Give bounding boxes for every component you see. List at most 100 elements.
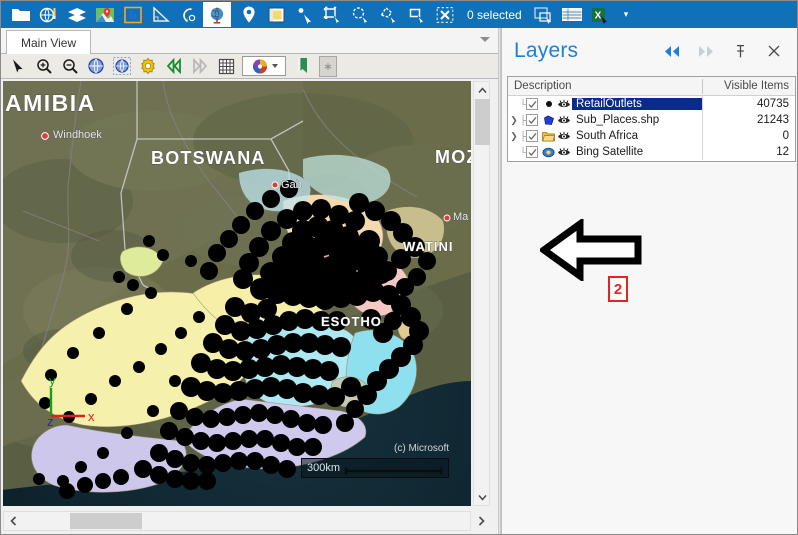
layer-visibility-checkbox[interactable] (526, 130, 538, 142)
open-folder-icon[interactable] (7, 2, 35, 27)
axis-orientation-gizmo: y x z (41, 373, 99, 431)
globe-3d-icon[interactable] (203, 2, 231, 27)
close-panel-button[interactable] (765, 42, 783, 60)
attribute-table-icon[interactable] (558, 2, 586, 27)
svg-text:BOTSWANA: BOTSWANA (151, 148, 266, 168)
raster-layer-icon (541, 147, 556, 158)
eye-icon[interactable] (556, 99, 572, 110)
pin-panel-button[interactable] (731, 42, 749, 60)
folder-group-icon (541, 131, 556, 142)
svg-text:ESOTHO: ESOTHO (321, 314, 382, 329)
svg-text:MOZ: MOZ (435, 147, 471, 167)
map-scale-label: 300km (307, 462, 341, 474)
globe-link-icon[interactable] (175, 2, 203, 27)
favorites-star-glyph: ∗ (323, 60, 333, 73)
map-canvas[interactable]: AMIBIA BOTSWANA MOZ WATINI ESOTHO Windho… (3, 81, 471, 506)
zoom-full-extent-tool[interactable] (83, 55, 109, 77)
scroll-right-button[interactable] (473, 512, 489, 530)
pan-arrow-tool[interactable] (5, 55, 31, 77)
layers-tree-header: Description Visible Items (508, 77, 795, 96)
bookmark-tool[interactable] (289, 55, 315, 77)
scroll-down-button[interactable] (474, 489, 491, 505)
favorites-star-button[interactable]: ∗ (319, 55, 337, 77)
measure-triangle-icon[interactable] (147, 2, 175, 27)
layer-name[interactable]: Sub_Places.shp (572, 114, 702, 126)
layer-name[interactable]: Bing Satellite (572, 146, 702, 158)
bookmark-b-icon[interactable]: b (119, 2, 147, 27)
expand-right-button[interactable] (697, 42, 715, 60)
table-row[interactable]: ❯ ├ (508, 128, 795, 144)
svg-text:WATINI: WATINI (403, 239, 454, 254)
layer-visibility-checkbox[interactable] (526, 98, 538, 110)
selection-status-label: 0 selected (467, 7, 522, 22)
scroll-horizontal-thumb[interactable] (70, 513, 142, 529)
row-expander-icon[interactable]: ❯ (508, 115, 520, 126)
layers-panel-header-buttons (663, 42, 787, 60)
svg-text:z: z (47, 414, 54, 426)
export-selection-icon[interactable] (530, 2, 558, 27)
map-view: AMIBIA BOTSWANA MOZ WATINI ESOTHO Windho… (1, 79, 498, 534)
symbology-palette-dropdown[interactable] (242, 56, 286, 76)
annotation-step-number: 2 (613, 280, 623, 298)
map-horizontal-scrollbar[interactable] (3, 511, 471, 531)
svg-text:Gab: Gab (281, 179, 302, 191)
point-layer-icon (541, 99, 556, 109)
scroll-vertical-thumb[interactable] (475, 99, 490, 145)
table-row[interactable]: └ Bing Satellite 12 (508, 144, 795, 160)
globe-paint-icon[interactable] (35, 2, 63, 27)
zoom-in-tool[interactable] (31, 55, 57, 77)
select-rectangle-icon[interactable] (319, 2, 347, 27)
scale-bar-rule (344, 463, 443, 475)
table-row[interactable]: └ RetailOutlets 40735 (508, 96, 795, 112)
location-marker-icon[interactable] (235, 2, 263, 27)
layers-panel-title: Layers (514, 39, 579, 62)
eye-icon[interactable] (556, 131, 572, 142)
map-pin-image-icon[interactable] (91, 2, 119, 27)
excel-export-icon[interactable]: X (586, 2, 614, 27)
layers-tree[interactable]: Description Visible Items └ RetailOutlet… (507, 76, 796, 162)
clear-selection-icon[interactable] (431, 2, 459, 27)
column-header-visible-items[interactable]: Visible Items (703, 80, 795, 92)
layers-panel-header: Layers (502, 28, 797, 74)
zoom-out-tool[interactable] (57, 55, 83, 77)
tabstrip-dropdown-icon[interactable] (480, 37, 490, 42)
select-box-icon[interactable] (403, 2, 431, 27)
layer-visibility-checkbox[interactable] (526, 146, 538, 158)
layers-panel: Layers Description Visible Items └ Retai… (501, 28, 797, 534)
chevron-down-icon[interactable] (271, 64, 278, 68)
layer-visible-count: 40735 (757, 98, 789, 110)
layer-visibility-checkbox[interactable] (526, 114, 538, 126)
tab-main-view[interactable]: Main View (6, 30, 92, 55)
select-polygon-icon[interactable] (375, 2, 403, 27)
map-toolbar: ∗ (1, 54, 498, 79)
select-arrow-icon[interactable] (291, 2, 319, 27)
view-tabstrip: Main View (1, 28, 498, 55)
select-circle-icon[interactable] (347, 2, 375, 27)
svg-text:X: X (594, 10, 601, 21)
layer-visible-count: 0 (782, 130, 789, 142)
svg-text:b: b (130, 8, 137, 22)
tab-main-view-label: Main View (21, 35, 77, 50)
svg-text:y: y (49, 374, 56, 388)
layer-name[interactable]: RetailOutlets (572, 98, 702, 110)
application-window: b 0 selected X ▾ Main View ∗ AMIBIA BOTS… (0, 0, 798, 535)
scroll-up-button[interactable] (474, 82, 491, 98)
layer-name[interactable]: South Africa (572, 130, 702, 142)
svg-text:Ma: Ma (453, 211, 469, 223)
settings-gear-tool[interactable] (135, 55, 161, 77)
toolbar-overflow-caret[interactable]: ▾ (624, 9, 629, 20)
eye-icon[interactable] (556, 115, 572, 126)
map-vertical-scrollbar[interactable] (473, 81, 490, 506)
eye-icon[interactable] (556, 147, 572, 158)
grid-tool[interactable] (213, 55, 239, 77)
previous-extent-tool[interactable] (161, 55, 187, 77)
collapse-left-button[interactable] (663, 42, 681, 60)
table-row[interactable]: ❯ ├ (508, 112, 795, 128)
layers-stack-icon[interactable] (63, 2, 91, 27)
legend-panel-icon[interactable] (263, 2, 291, 27)
next-extent-tool[interactable] (187, 55, 213, 77)
row-expander-icon[interactable]: ❯ (508, 131, 520, 142)
zoom-layer-extent-tool[interactable] (109, 55, 135, 77)
scroll-left-button[interactable] (4, 512, 22, 530)
column-header-description[interactable]: Description (508, 80, 702, 92)
